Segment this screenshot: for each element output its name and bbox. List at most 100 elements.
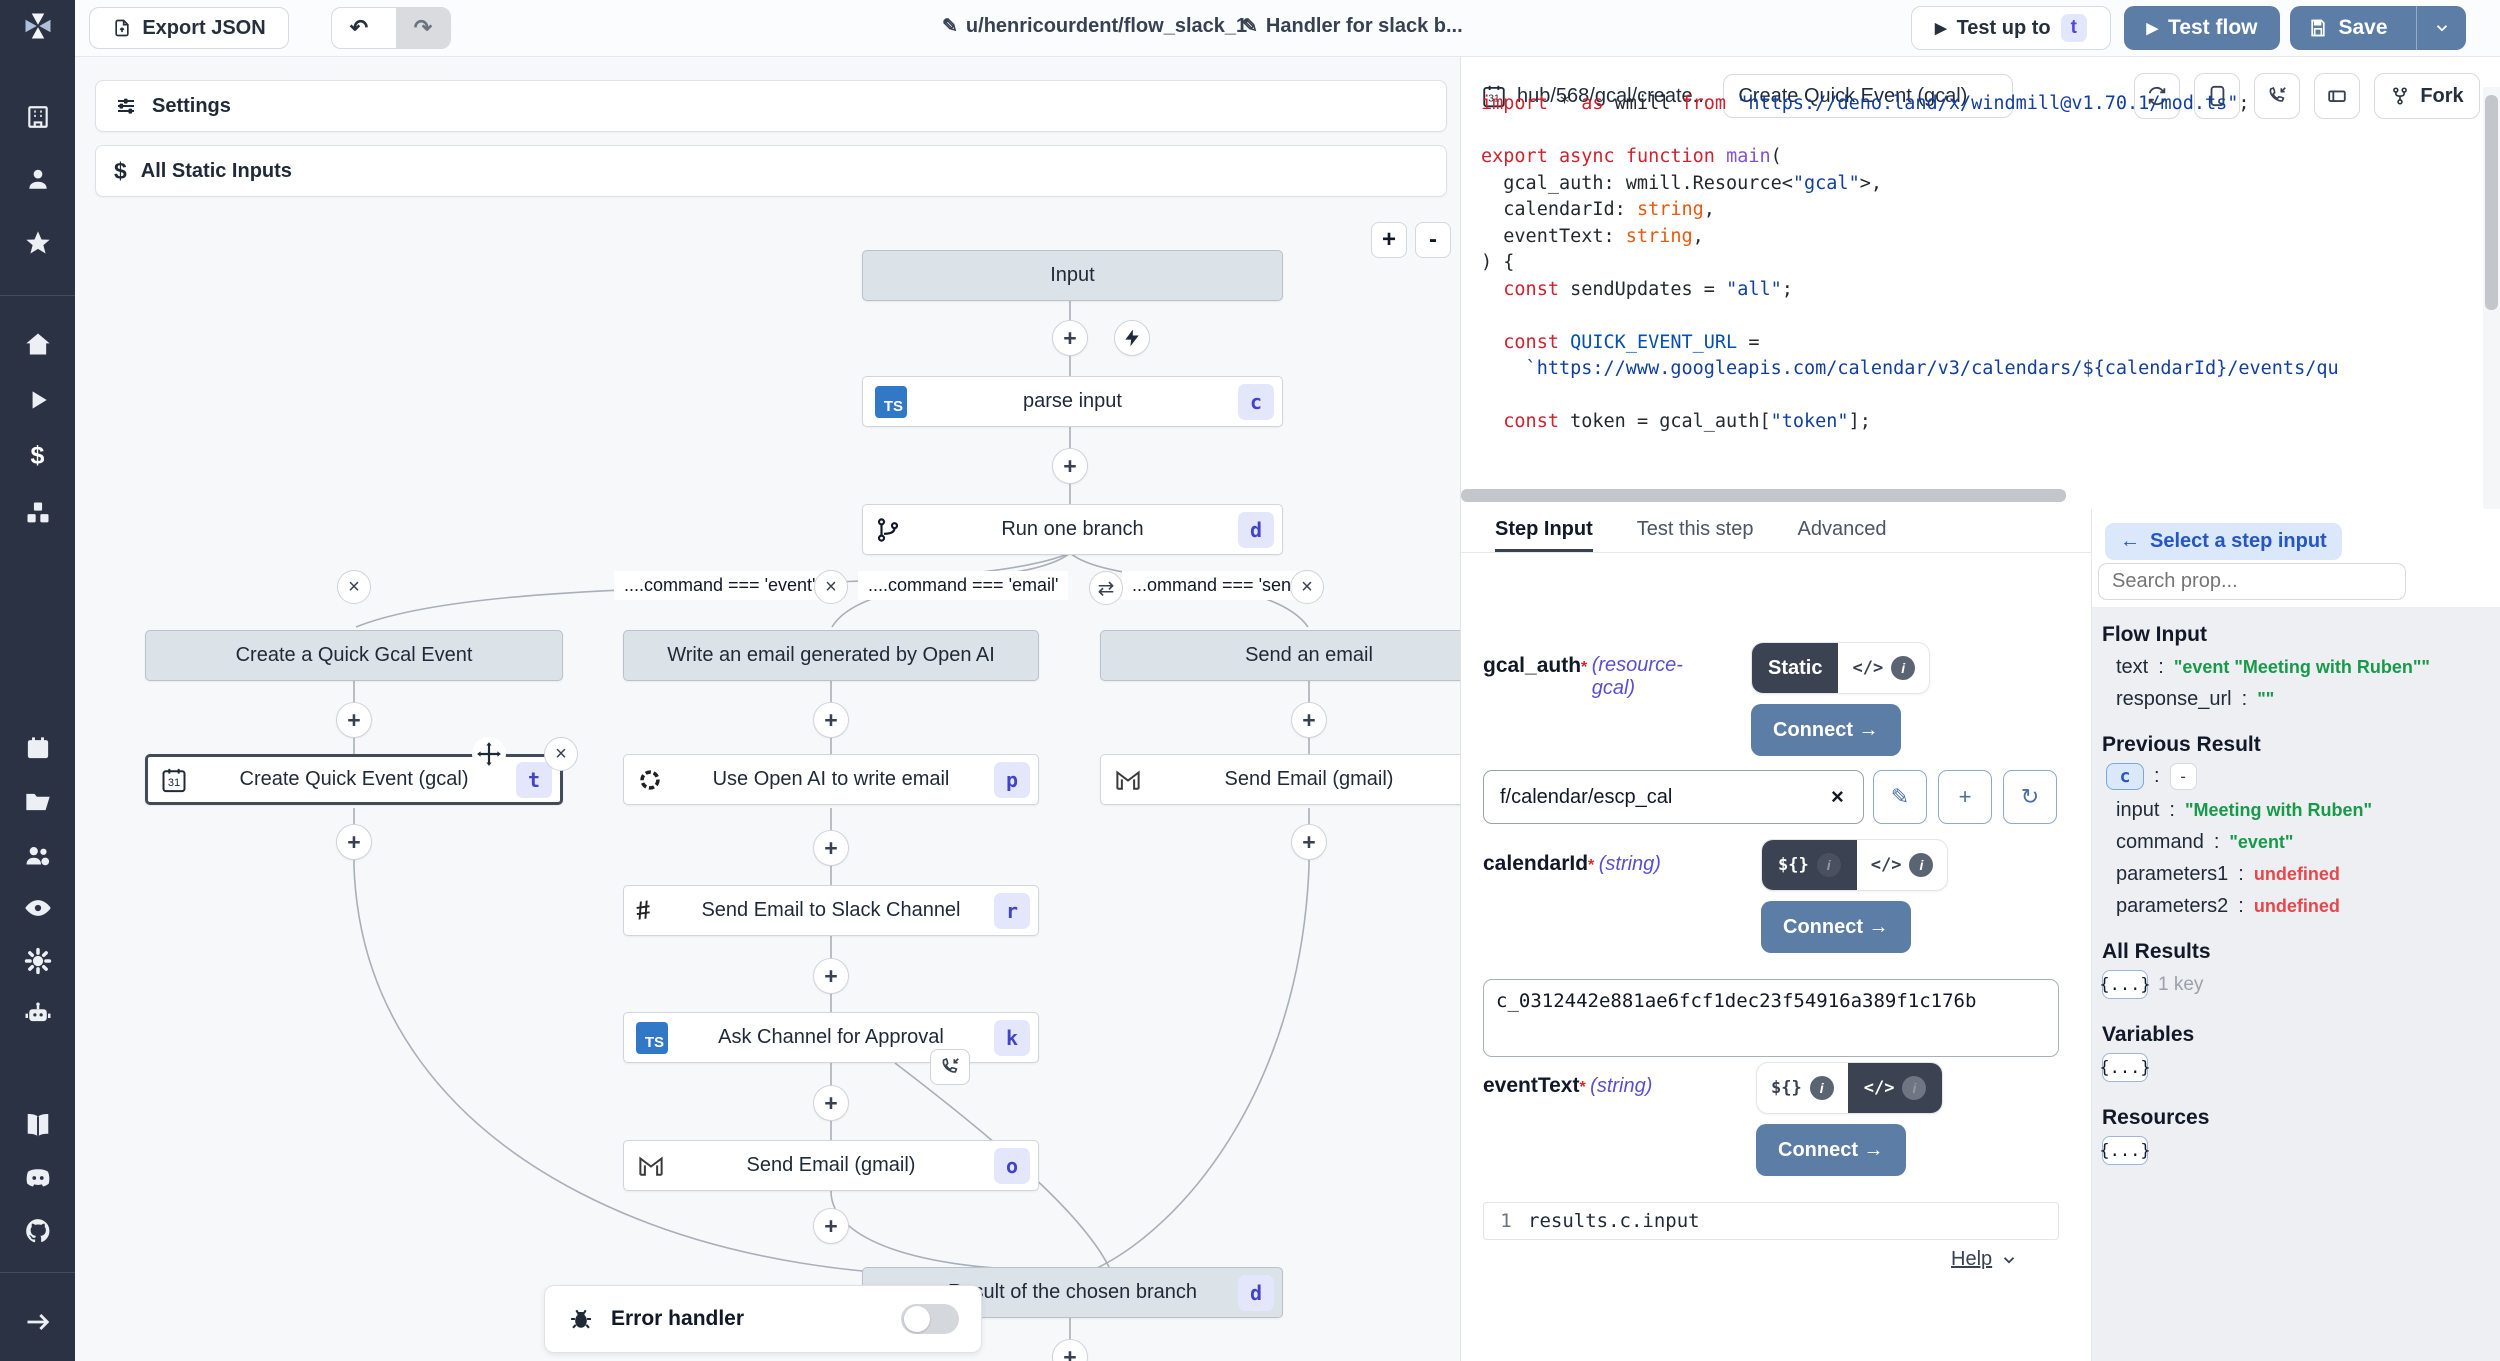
mode-code-active[interactable]: </>i	[1848, 1063, 1943, 1113]
workspace-icon[interactable]	[25, 104, 51, 130]
node-input-label: Input	[1050, 264, 1094, 287]
help-link[interactable]: Help	[1951, 1248, 2018, 1271]
favorites-star-icon[interactable]	[24, 229, 52, 257]
discord-icon[interactable]	[23, 1163, 53, 1193]
add-step-button[interactable]: +	[1052, 320, 1088, 356]
audit-eye-icon[interactable]	[23, 894, 52, 923]
docs-book-icon[interactable]	[23, 1111, 52, 1140]
calendarid-connect-button[interactable]: Connect →	[1761, 901, 1911, 953]
prop-row[interactable]: parameters2:undefined	[2116, 895, 2492, 918]
suspend-approval-button[interactable]	[930, 1049, 970, 1085]
save-dropdown-button[interactable]	[2416, 6, 2466, 50]
gcal-auth-connect-button[interactable]: Connect →	[1751, 704, 1901, 756]
all-results-object-button[interactable]: {...}	[2102, 970, 2148, 999]
delete-step-button[interactable]: ×	[544, 737, 578, 771]
add-resource-button[interactable]: +	[1938, 770, 1992, 824]
variables-dollar-icon[interactable]: $	[31, 442, 45, 471]
user-icon[interactable]	[25, 166, 51, 192]
add-step-button[interactable]: +	[813, 702, 849, 738]
settings-gear-icon[interactable]	[24, 947, 52, 975]
resources-boxes-icon[interactable]	[24, 499, 52, 527]
prop-row[interactable]: command:"event"	[2116, 831, 2492, 854]
collapse-button[interactable]: -	[2170, 763, 2197, 790]
github-icon[interactable]	[23, 1216, 53, 1246]
node-send-email-slack[interactable]: # Send Email to Slack Channel r	[623, 885, 1039, 936]
save-button[interactable]: Save	[2290, 6, 2406, 50]
add-step-button[interactable]: +	[1052, 448, 1088, 484]
flow-summary-breadcrumb[interactable]: ✎ Handler for slack b...	[1242, 15, 1463, 38]
mode-code-option[interactable]: </>i	[1838, 656, 1929, 680]
resources-object-button[interactable]: {...}	[2102, 1136, 2148, 1165]
eventtext-expression-editor[interactable]: 1 results.c.input	[1483, 1202, 2059, 1240]
node-input[interactable]: Input	[862, 250, 1283, 301]
mode-template-active[interactable]: ${}i	[1762, 840, 1857, 890]
add-step-button[interactable]: +	[1291, 824, 1327, 860]
gcal-auth-value-input[interactable]	[1483, 770, 1864, 824]
schedules-calendar-icon[interactable]	[24, 735, 51, 762]
add-step-button[interactable]: +	[336, 824, 372, 860]
flow-canvas[interactable]: Settings $ All Static Inputs + - Input +…	[75, 57, 1460, 1361]
code-horizontal-scrollbar[interactable]	[1461, 487, 2469, 504]
move-step-handle[interactable]	[472, 737, 506, 771]
flow-path-breadcrumb[interactable]: ✎ u/henricourdent/flow_slack_1	[942, 15, 1247, 38]
swap-branches-button[interactable]: ⇄	[1089, 571, 1123, 605]
prop-row[interactable]: parameters1:undefined	[2116, 863, 2492, 886]
variables-object-button[interactable]: {...}	[2102, 1053, 2148, 1082]
prev-step-badge[interactable]: c	[2106, 763, 2144, 790]
tab-step-input[interactable]: Step Input	[1495, 509, 1593, 552]
mode-template-option[interactable]: ${}i	[1757, 1076, 1848, 1100]
branch-header-send-email[interactable]: Send an email	[1100, 630, 1460, 681]
tab-advanced[interactable]: Advanced	[1797, 509, 1886, 552]
folders-icon[interactable]	[24, 788, 52, 816]
runs-play-icon[interactable]	[25, 387, 51, 413]
select-step-input-button[interactable]: ← Select a step input	[2105, 523, 2342, 560]
add-step-button[interactable]: +	[813, 1085, 849, 1121]
home-icon[interactable]	[24, 330, 52, 358]
delete-branch-button[interactable]: ×	[1290, 570, 1324, 604]
prop-key: parameters2	[2116, 895, 2228, 918]
calendarid-value-textarea[interactable]: c_0312442e881ae6fcf1dec23f54916a389f1c17…	[1483, 979, 2059, 1057]
prop-row[interactable]: response_url:""	[2116, 688, 2492, 711]
redo-button[interactable]: ↷	[396, 8, 450, 48]
prop-row[interactable]: input:"Meeting with Ruben"	[2116, 799, 2492, 822]
ai-bot-icon[interactable]	[23, 998, 53, 1028]
search-prop-input[interactable]	[2098, 563, 2406, 600]
node-result-label: Result of the chosen branch	[948, 1281, 1197, 1304]
edit-resource-button[interactable]: ✎	[1873, 770, 1927, 824]
tab-test-this-step[interactable]: Test this step	[1637, 509, 1754, 552]
trigger-bolt-button[interactable]	[1114, 320, 1150, 356]
test-flow-button[interactable]: ▶ Test flow	[2124, 6, 2280, 50]
help-label: Help	[1951, 1248, 1992, 1271]
add-step-button[interactable]: +	[813, 1208, 849, 1244]
error-handler-toggle[interactable]	[901, 1304, 959, 1334]
step-id-badge: d	[1238, 1275, 1274, 1311]
mode-static-active[interactable]: Static	[1752, 643, 1838, 693]
add-step-button[interactable]: +	[336, 702, 372, 738]
add-step-button[interactable]: +	[813, 958, 849, 994]
mode-code-option[interactable]: </>i	[1857, 853, 1948, 877]
prop-row[interactable]: text:"event "Meeting with Ruben""	[2116, 656, 2492, 679]
code-editor[interactable]: import * as wmill from "https://deno.lan…	[1461, 91, 2469, 439]
export-json-button[interactable]: Export JSON	[89, 7, 289, 49]
delete-branch-button[interactable]: ×	[337, 570, 371, 604]
node-run-one-branch[interactable]: Run one branch d	[862, 504, 1283, 555]
add-step-button[interactable]: +	[1291, 702, 1327, 738]
node-send-email-gmail-mid[interactable]: Send Email (gmail) o	[623, 1140, 1039, 1191]
branch-header-gcal-event[interactable]: Create a Quick Gcal Event	[145, 630, 563, 681]
node-ask-channel-approval[interactable]: TS Ask Channel for Approval k	[623, 1012, 1039, 1063]
groups-icon[interactable]	[23, 842, 52, 871]
collapse-arrow-icon[interactable]	[24, 1308, 52, 1336]
code-vertical-scrollbar[interactable]	[2483, 87, 2500, 517]
node-send-email-gmail-right[interactable]: Send Email (gmail)	[1100, 754, 1460, 805]
windmill-logo-icon[interactable]	[23, 11, 53, 41]
refresh-resource-button[interactable]: ↻	[2003, 770, 2057, 824]
clear-value-icon[interactable]: ×	[1831, 784, 1844, 810]
node-openai-write-email[interactable]: Use Open AI to write email p	[623, 754, 1039, 805]
undo-button[interactable]: ↶	[332, 8, 386, 48]
delete-branch-button[interactable]: ×	[814, 570, 848, 604]
eventtext-connect-button[interactable]: Connect →	[1756, 1124, 1906, 1176]
add-step-button[interactable]: +	[813, 830, 849, 866]
node-parse-input[interactable]: TS parse input c	[862, 376, 1283, 427]
test-up-to-button[interactable]: ▶ Test up to t	[1911, 6, 2111, 50]
branch-header-openai-email[interactable]: Write an email generated by Open AI	[623, 630, 1039, 681]
